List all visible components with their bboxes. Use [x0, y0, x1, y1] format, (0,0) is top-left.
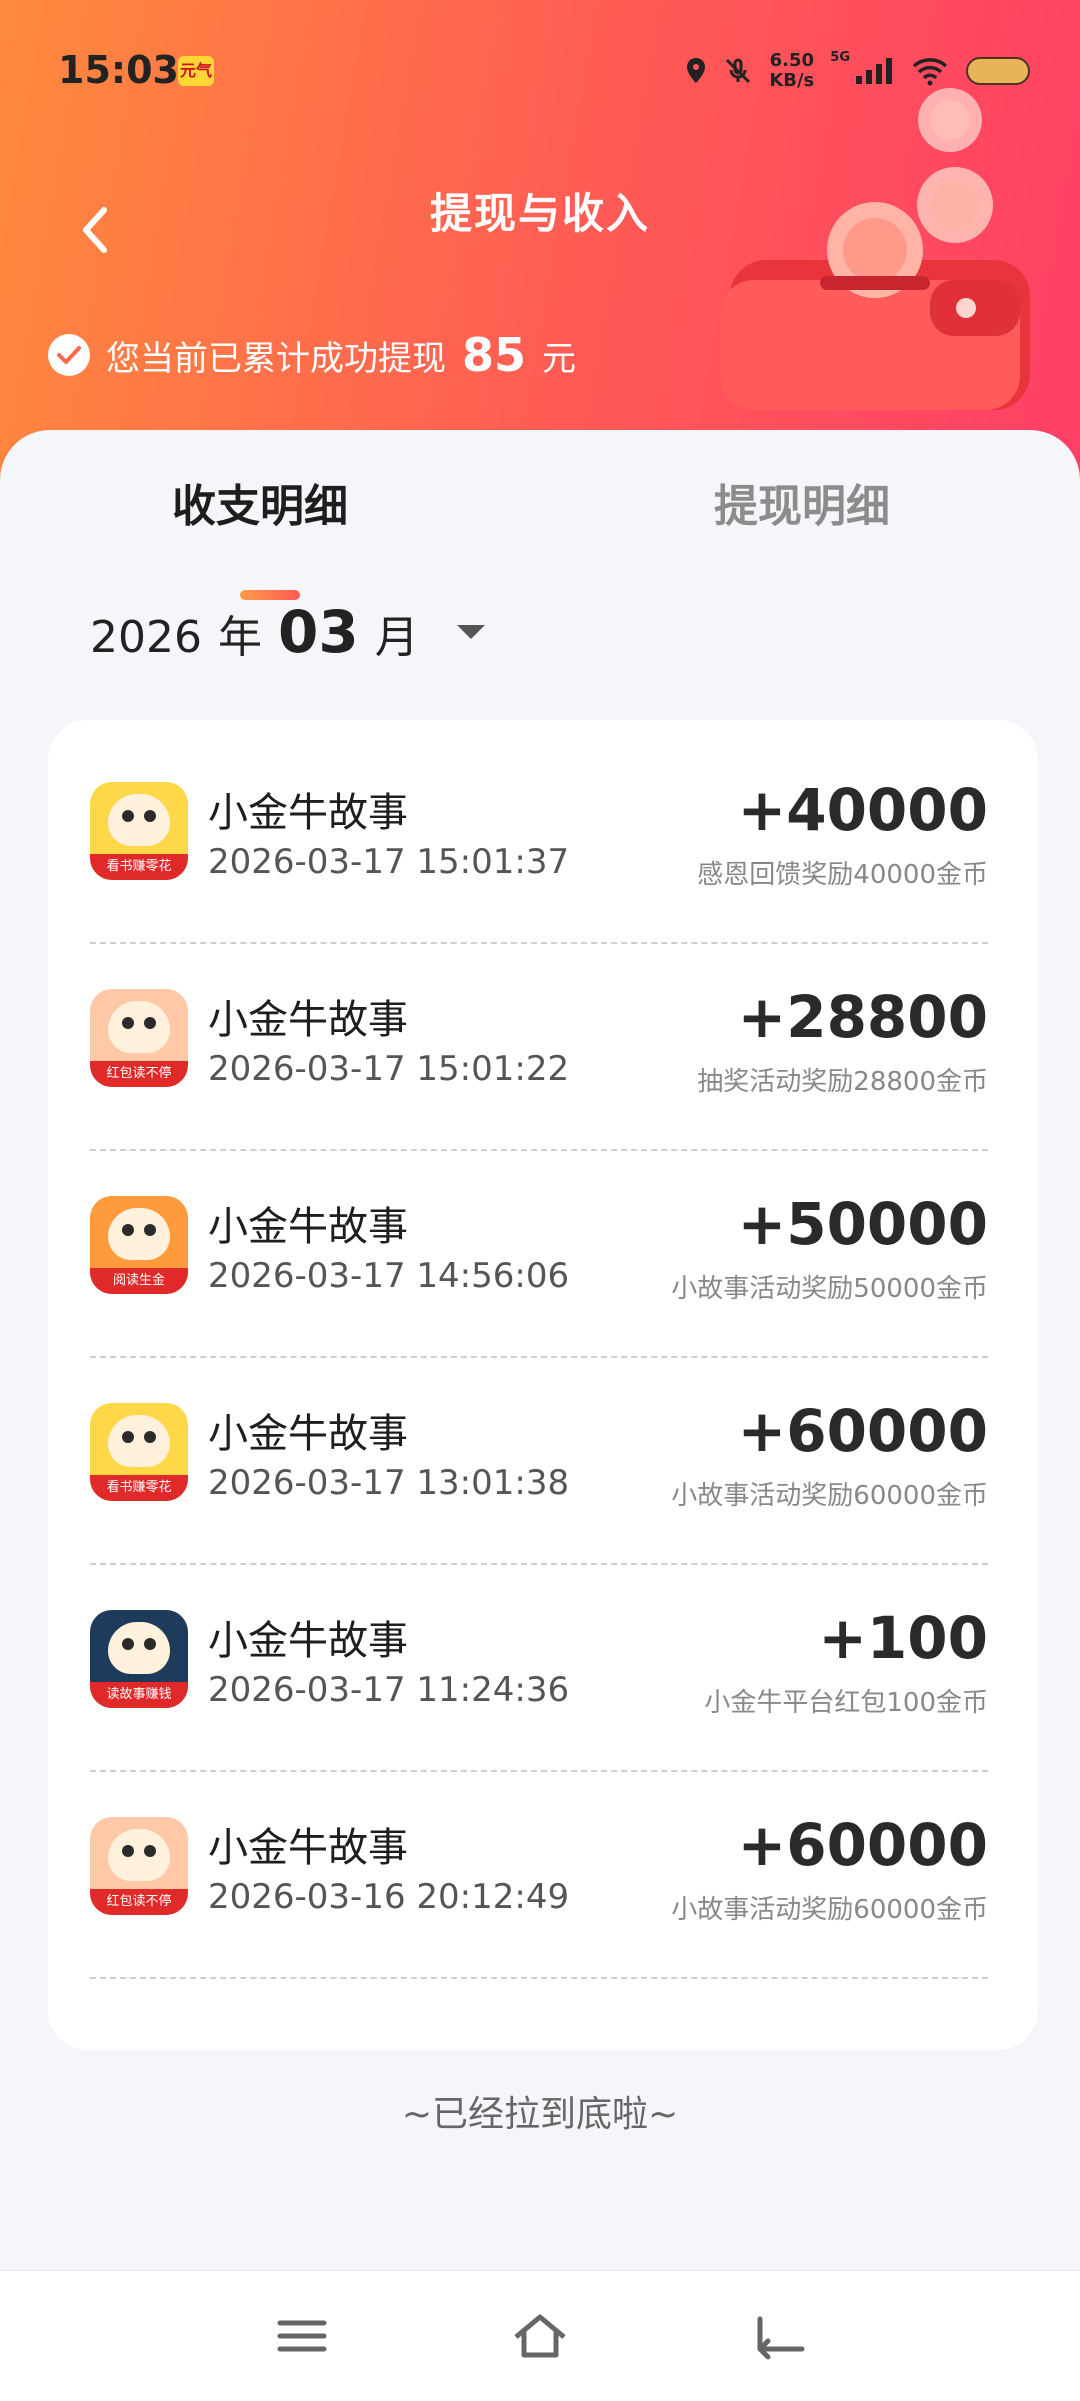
- summary-unit: 元: [542, 338, 577, 379]
- summary-text: 您当前已累计成功提现: [106, 338, 446, 379]
- app-icon: 红包读不停: [90, 989, 188, 1087]
- status-time: 15:03: [58, 48, 179, 92]
- mascot-icon: [108, 794, 170, 846]
- tab-bar: 收支明细 提现明细: [0, 460, 1080, 600]
- record-amount: +40000: [737, 776, 988, 844]
- mascot-icon: [108, 1208, 170, 1260]
- content-sheet: 收支明细 提现明细 2026 年 03 月 看书赚零花 小金牛故事 2026-03-…: [0, 430, 1080, 2270]
- withdraw-summary: 您当前已累计成功提现 85 元: [48, 328, 576, 382]
- record-item[interactable]: 阅读生金 小金牛故事 2026-03-17 14:56:06 +50000 小故事活动奖…: [90, 1148, 988, 1358]
- record-time: 2026-03-17 15:01:37: [208, 842, 570, 882]
- record-time: 2026-03-17 13:01:38: [208, 1463, 570, 1503]
- mascot-icon: [108, 1622, 170, 1674]
- record-description: 小金牛平台红包100金币: [704, 1688, 988, 1718]
- record-description: 抽奖活动奖励28800金币: [697, 1067, 988, 1097]
- check-circle-icon: [48, 334, 90, 376]
- record-app-name: 小金牛故事: [208, 1618, 408, 1664]
- record-amount: +28800: [737, 983, 988, 1051]
- record-description: 小故事活动奖励60000金币: [671, 1481, 988, 1511]
- record-app-name: 小金牛故事: [208, 1411, 408, 1457]
- record-item[interactable]: 红包读不停 小金牛故事 2026-03-17 15:01:22 +28800 抽奖活动奖…: [90, 941, 988, 1151]
- record-time: 2026-03-17 14:56:06: [208, 1256, 570, 1296]
- app-icon: 读故事赚钱: [90, 1610, 188, 1708]
- mascot-icon: [108, 1829, 170, 1881]
- month-picker-month: 03: [277, 598, 359, 666]
- record-time: 2026-03-17 11:24:36: [208, 1670, 570, 1710]
- app-icon-tag: 阅读生金: [90, 1268, 188, 1294]
- record-item[interactable]: 看书赚零花 小金牛故事 2026-03-17 15:01:37 +40000 感恩回馈奖…: [90, 734, 988, 944]
- wallet-illustration: [720, 88, 1030, 410]
- network-type: 5G: [830, 50, 850, 65]
- app-icon: 红包读不停: [90, 1817, 188, 1915]
- app-icon: 看书赚零花: [90, 1403, 188, 1501]
- record-amount: +50000: [737, 1190, 988, 1258]
- menu-icon[interactable]: [272, 2311, 332, 2361]
- back-nav-icon[interactable]: [750, 2311, 810, 2361]
- record-time: 2026-03-16 20:12:49: [208, 1877, 570, 1917]
- status-app-icon: 元气: [178, 56, 214, 86]
- record-app-name: 小金牛故事: [208, 1204, 408, 1250]
- record-description: 小故事活动奖励50000金币: [671, 1274, 988, 1304]
- record-amount: +100: [818, 1604, 988, 1672]
- dropdown-arrow-icon: [456, 625, 485, 639]
- record-app-name: 小金牛故事: [208, 1825, 408, 1871]
- month-picker-year: 2026: [90, 612, 202, 663]
- tab-withdraw-details[interactable]: 提现明细: [714, 470, 890, 534]
- app-icon-tag: 看书赚零花: [90, 1475, 188, 1501]
- record-item[interactable]: 读故事赚钱 小金牛故事 2026-03-17 11:24:36 +100 小金牛平台红包…: [90, 1562, 988, 1772]
- system-nav-bar: [0, 2270, 1080, 2401]
- record-time: 2026-03-17 15:01:22: [208, 1049, 570, 1089]
- record-app-name: 小金牛故事: [208, 997, 408, 1043]
- month-picker-month-unit: 月: [374, 612, 419, 663]
- record-description: 小故事活动奖励60000金币: [671, 1895, 988, 1925]
- app-icon-tag: 红包读不停: [90, 1889, 188, 1915]
- app-icon: 阅读生金: [90, 1196, 188, 1294]
- app-icon: 看书赚零花: [90, 782, 188, 880]
- month-picker-year-unit: 年: [217, 612, 262, 663]
- mascot-icon: [108, 1415, 170, 1467]
- record-amount: +60000: [737, 1811, 988, 1879]
- app-icon-tag: 读故事赚钱: [90, 1682, 188, 1708]
- tab-income-details[interactable]: 收支明细: [172, 470, 348, 534]
- record-list: 看书赚零花 小金牛故事 2026-03-17 15:01:37 +40000 感恩回馈奖…: [48, 720, 1038, 2050]
- app-icon-tag: 红包读不停: [90, 1061, 188, 1087]
- record-item[interactable]: 看书赚零花 小金牛故事 2026-03-17 13:01:38 +60000 小故事活动…: [90, 1355, 988, 1565]
- month-picker[interactable]: 2026 年 03 月: [90, 598, 485, 666]
- summary-amount: 85: [462, 328, 527, 382]
- record-description: 感恩回馈奖励40000金币: [697, 860, 988, 890]
- mascot-icon: [108, 1001, 170, 1053]
- speed-value: 6.50: [769, 50, 814, 71]
- app-icon-tag: 看书赚零花: [90, 854, 188, 880]
- record-app-name: 小金牛故事: [208, 790, 408, 836]
- record-amount: +60000: [737, 1397, 988, 1465]
- home-icon[interactable]: [510, 2311, 570, 2361]
- end-of-list-text: ~已经拉到底啦~: [401, 2094, 679, 2135]
- record-item[interactable]: 红包读不停 小金牛故事 2026-03-16 20:12:49 +60000 小故事活动…: [90, 1769, 988, 1979]
